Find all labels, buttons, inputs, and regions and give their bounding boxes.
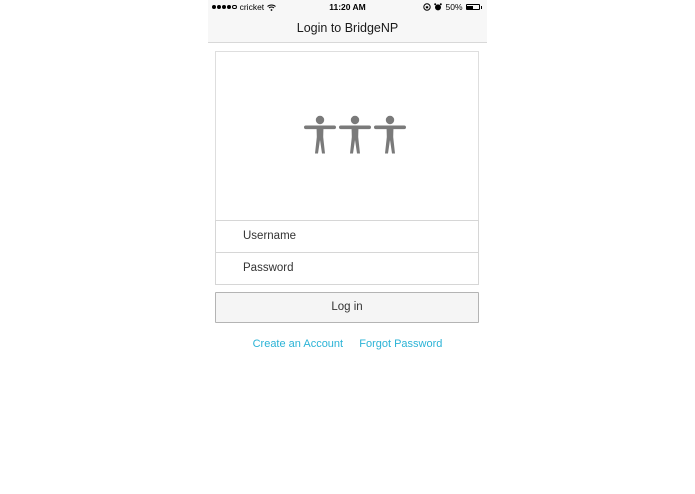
phone-screen: cricket 11:20 AM 50% Login to BridgeNP U…	[208, 0, 487, 494]
logo-panel	[215, 51, 479, 220]
account-links: Create an Account Forgot Password	[208, 338, 487, 350]
alarm-icon	[434, 3, 443, 11]
person-figure-icon	[374, 115, 406, 154]
status-right: 50%	[423, 2, 482, 12]
username-field[interactable]: Username	[215, 220, 479, 253]
login-button-label: Log in	[331, 301, 363, 313]
battery-icon	[465, 4, 480, 10]
password-field[interactable]: Password	[215, 252, 479, 285]
rotation-lock-icon	[423, 3, 432, 11]
people-logo-icon	[304, 115, 406, 154]
status-bar: cricket 11:20 AM 50%	[208, 0, 487, 14]
page-title: Login to BridgeNP	[296, 21, 399, 35]
create-account-link[interactable]: Create an Account	[253, 338, 344, 350]
username-placeholder: Username	[243, 230, 297, 242]
battery-percent: 50%	[445, 2, 463, 12]
nav-bar: Login to BridgeNP	[208, 14, 487, 43]
forgot-password-link[interactable]: Forgot Password	[359, 338, 442, 350]
person-figure-icon	[304, 115, 336, 154]
password-placeholder: Password	[243, 262, 294, 274]
person-figure-icon	[339, 115, 371, 154]
battery-tip	[480, 5, 482, 9]
login-button[interactable]: Log in	[215, 292, 479, 323]
